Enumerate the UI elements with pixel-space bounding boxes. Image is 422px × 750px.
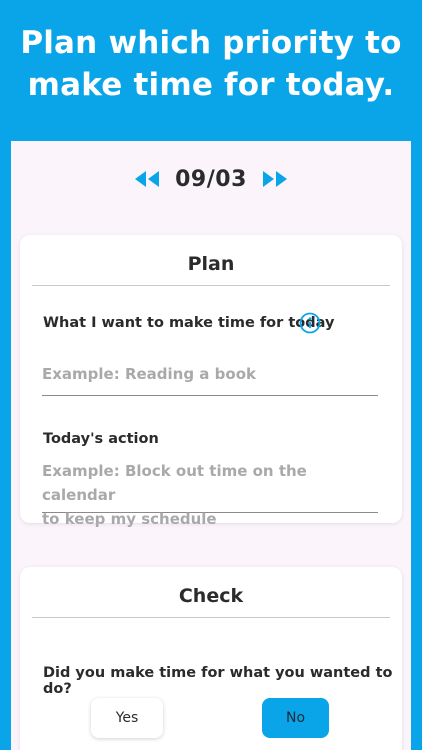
yes-button[interactable]: Yes xyxy=(91,698,163,738)
rewind-icon xyxy=(135,171,160,187)
date-navigator: 09/03 xyxy=(11,163,411,195)
want-input[interactable]: Example: Reading a book xyxy=(42,359,378,396)
action-input[interactable]: Example: Block out time on the calendar … xyxy=(42,459,378,528)
info-icon[interactable] xyxy=(299,312,321,338)
want-label: What I want to make time for today xyxy=(43,315,335,331)
no-button[interactable]: No xyxy=(262,698,329,738)
action-label: Today's action xyxy=(43,431,159,447)
fast-forward-icon xyxy=(262,171,287,187)
headline-line-2: make time for today. xyxy=(27,67,395,103)
check-question: Did you make time for what you wanted to… xyxy=(43,665,393,697)
current-date: 09/03 xyxy=(175,166,247,192)
action-input-placeholder-line-2: to keep my schedule xyxy=(42,510,217,528)
app-screen: 09/03 Plan What I want to make time for … xyxy=(11,141,411,750)
action-input-placeholder-line-1: Example: Block out time on the calendar xyxy=(42,462,307,504)
plan-title: Plan xyxy=(32,251,390,286)
want-input-placeholder: Example: Reading a book xyxy=(42,365,256,383)
promo-headline: Plan which priority to make time for tod… xyxy=(0,22,422,106)
check-title: Check xyxy=(32,583,390,618)
previous-day-button[interactable] xyxy=(133,167,161,191)
check-card: Check Did you make time for what you wan… xyxy=(20,567,402,750)
plan-card: Plan What I want to make time for today … xyxy=(20,235,402,528)
headline-line-1: Plan which priority to xyxy=(20,25,402,61)
next-day-button[interactable] xyxy=(261,167,289,191)
